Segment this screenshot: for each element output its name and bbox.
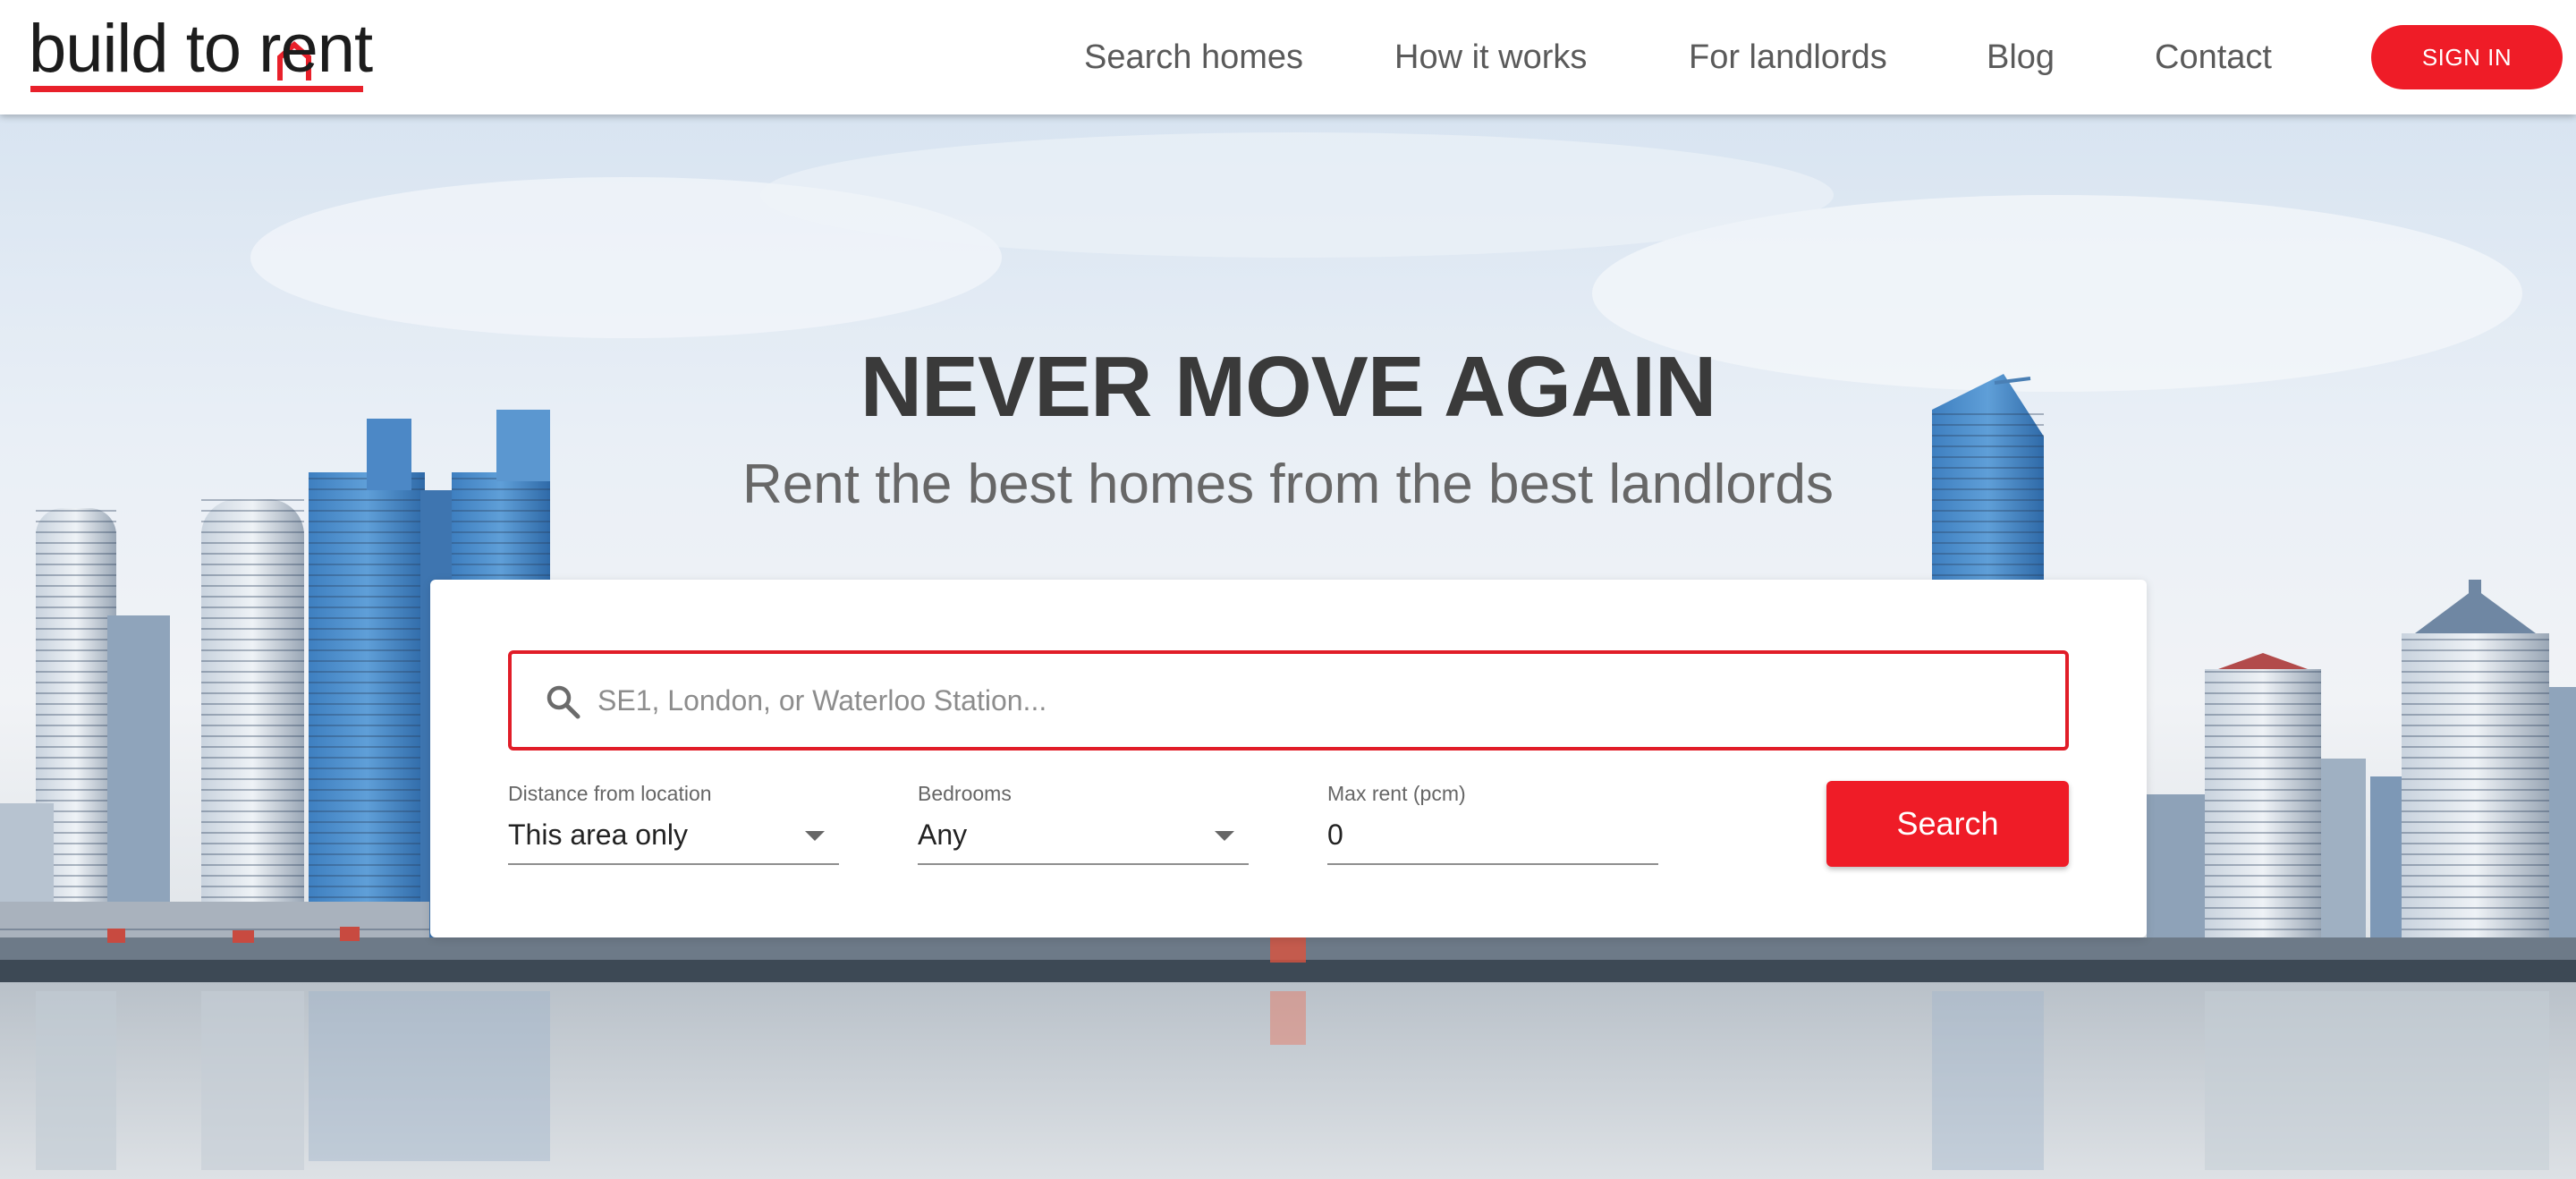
nav-search-homes[interactable]: Search homes <box>1084 36 1303 79</box>
top-navbar: build to rent Search homes How it works … <box>0 0 2576 115</box>
hero-headline: NEVER MOVE AGAIN <box>860 339 1717 435</box>
hero-section: NEVER MOVE AGAIN Rent the best homes fro… <box>0 115 2576 1179</box>
distance-underline <box>508 863 839 865</box>
chevron-down-icon <box>805 831 825 841</box>
max-rent-value[interactable]: 0 <box>1327 817 1343 852</box>
search-icon <box>547 685 580 719</box>
search-button[interactable]: Search <box>1826 781 2069 867</box>
hero-subheadline: Rent the best homes from the best landlo… <box>742 454 1834 515</box>
max-rent-label: Max rent (pcm) <box>1327 782 1466 805</box>
build-to-rent-logo[interactable]: build to rent <box>29 14 386 92</box>
max-rent-field[interactable]: Max rent (pcm) 0 <box>1327 781 1658 870</box>
sign-in-button[interactable]: SIGN IN <box>2371 25 2563 89</box>
distance-label: Distance from location <box>508 782 712 805</box>
distance-select[interactable]: Distance from location This area only <box>508 781 839 870</box>
nav-for-landlords[interactable]: For landlords <box>1689 36 1887 79</box>
bedrooms-value: Any <box>918 819 968 851</box>
search-card: Distance from location This area only Be… <box>430 580 2147 937</box>
distance-value: This area only <box>508 819 688 851</box>
logo-wordmark: build to rent <box>29 14 374 86</box>
bedrooms-underline <box>918 863 1249 865</box>
logo-underline <box>30 86 363 92</box>
location-search-input[interactable] <box>597 670 2029 731</box>
nav-contact[interactable]: Contact <box>2155 36 2272 79</box>
bedrooms-select[interactable]: Bedrooms Any <box>918 781 1249 870</box>
chevron-down-icon <box>1215 831 1234 841</box>
location-search-box[interactable] <box>508 650 2069 751</box>
nav-how-it-works[interactable]: How it works <box>1394 36 1587 79</box>
bedrooms-label: Bedrooms <box>918 782 1012 805</box>
nav-blog[interactable]: Blog <box>1987 36 2055 79</box>
logo-text: build to rent <box>29 14 373 86</box>
max-rent-underline <box>1327 863 1658 865</box>
